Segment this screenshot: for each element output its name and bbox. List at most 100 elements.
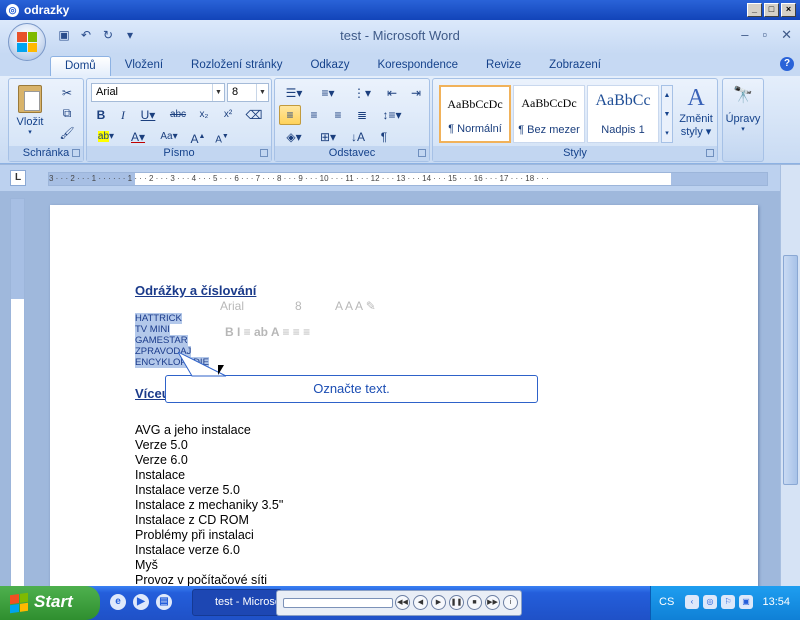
forward-icon[interactable]: ▶▶	[485, 595, 500, 610]
copy-icon[interactable]: ⧉	[57, 103, 77, 123]
list-item: Provoz v počítačové síti	[135, 573, 268, 586]
superscript-button[interactable]: x²	[217, 105, 239, 125]
tab-home[interactable]: Domů	[50, 56, 111, 76]
play-icon[interactable]: ▶	[431, 595, 446, 610]
dialog-launcher-icon[interactable]	[418, 149, 426, 157]
windows-flag-icon	[10, 592, 28, 614]
list-item: GAMESTAR	[135, 335, 188, 346]
align-left-button[interactable]: ≡	[279, 105, 301, 125]
group-paragraph: ☰▾ ≡▾ ⋮▾ ⇤ ⇥ ≡ ≡ ≡ ≣ ↕≡▾ ◈▾ ⊞▾ ↓A ¶ Odst…	[274, 78, 430, 162]
tray-app-icon[interactable]: ◎	[703, 595, 717, 609]
cut-icon[interactable]: ✂	[57, 83, 77, 103]
tray-security-icon[interactable]: ⚐	[721, 595, 735, 609]
mini-toolbar[interactable]: Arial 8 A A A ✎ B I ≡ ab A ≡ ≡ ≡	[220, 297, 430, 347]
tray-network-icon[interactable]: ▣	[739, 595, 753, 609]
start-button[interactable]: Start	[0, 586, 100, 620]
maximize-button[interactable]: □	[764, 3, 779, 17]
tab-references[interactable]: Odkazy	[296, 56, 363, 76]
paste-button[interactable]: Vložit ▾	[15, 83, 45, 141]
media-player-bar[interactable]: ◀◀ ◀ ▶ ❚❚ ■ ▶▶ i	[276, 590, 522, 616]
word-close-button[interactable]: ✕	[781, 27, 792, 43]
prev-icon[interactable]: ◀◀	[395, 595, 410, 610]
vertical-scrollbar[interactable]	[780, 165, 800, 586]
dialog-launcher-icon[interactable]	[260, 149, 268, 157]
font-size-combo[interactable]: 8 ▼	[227, 83, 269, 102]
close-button[interactable]: ×	[781, 3, 796, 17]
line-spacing-button[interactable]: ↕≡▾	[377, 105, 407, 125]
italic-button[interactable]: I	[113, 105, 133, 125]
justify-button[interactable]: ≣	[351, 105, 373, 125]
group-styles: AaBbCcDc ¶ Normální AaBbCcDc ¶ Bez mezer A…	[432, 78, 718, 162]
mouse-cursor-icon	[218, 365, 224, 375]
horizontal-ruler[interactable]: 3 · · · 2 · · · 1 · · · · · · 1 · · · 2 …	[48, 172, 768, 186]
align-center-button[interactable]: ≡	[303, 105, 325, 125]
office-button[interactable]	[8, 23, 46, 61]
heading-bullets: Odrážky a číslování	[135, 283, 257, 298]
group-label-paragraph: Odstavec	[275, 146, 429, 161]
tab-page-layout[interactable]: Rozložení stránky	[177, 56, 296, 76]
font-color-button[interactable]: A▾	[125, 127, 151, 147]
increase-indent-icon[interactable]: ⇥	[405, 83, 427, 103]
styles-gallery-scroll[interactable]: ▲ ▼ ▾	[661, 85, 673, 143]
list-item: Problémy při instalaci	[135, 528, 254, 542]
media-player-icon[interactable]: ▶	[133, 594, 149, 610]
shading-button[interactable]: ◈▾	[279, 127, 309, 147]
underline-button[interactable]: U▾	[135, 105, 161, 125]
list-item: Instalace z mechaniky 3.5"	[135, 498, 284, 512]
shrink-font-button[interactable]: A▼	[211, 127, 233, 147]
seek-slider[interactable]	[283, 598, 393, 608]
sort-icon[interactable]: ↓A	[347, 127, 369, 147]
tab-view[interactable]: Zobrazení	[535, 56, 615, 76]
highlight-button[interactable]: ab▾	[91, 127, 121, 147]
ie-icon[interactable]: e	[110, 594, 126, 610]
tab-selector[interactable]: L	[10, 170, 26, 186]
change-styles-button[interactable]: A Změnit styly ▾	[675, 83, 717, 138]
document-title: test - Microsoft Word	[340, 28, 460, 43]
show-desktop-icon[interactable]: ▤	[156, 594, 172, 610]
stop-icon[interactable]: ■	[467, 595, 482, 610]
tab-insert[interactable]: Vložení	[111, 56, 177, 76]
binoculars-icon: 🔭	[733, 87, 753, 104]
clipboard-icon	[18, 85, 42, 113]
numbering-button[interactable]: ≡▾	[313, 83, 343, 103]
clear-formatting-icon[interactable]: ⌫	[243, 105, 265, 125]
format-painter-icon[interactable]: 🖌	[57, 123, 77, 143]
group-editing[interactable]: 🔭 Úpravy ▾	[722, 78, 764, 162]
group-label-styles: Styly	[433, 146, 717, 161]
show-formatting-icon[interactable]: ¶	[373, 127, 395, 147]
decrease-indent-icon[interactable]: ⇤	[381, 83, 403, 103]
style-no-spacing[interactable]: AaBbCcDc ¶ Bez mezer	[513, 85, 585, 143]
word-restore-button[interactable]: ▫	[762, 27, 767, 43]
rewind-icon[interactable]: ◀	[413, 595, 428, 610]
bullets-button[interactable]: ☰▾	[279, 83, 309, 103]
word-minimize-button[interactable]: –	[741, 27, 748, 43]
minimize-button[interactable]: _	[747, 3, 762, 17]
borders-button[interactable]: ⊞▾	[313, 127, 343, 147]
dialog-launcher-icon[interactable]	[72, 149, 80, 157]
list-item: Instalace z CD ROM	[135, 513, 249, 527]
ribbon: Vložit ▾ ✂ ⧉ 🖌 Schránka Arial ▼ 8 ▼ B I U▾…	[0, 76, 800, 164]
grow-font-button[interactable]: A▲	[187, 127, 209, 147]
font-name-combo[interactable]: Arial ▼	[91, 83, 225, 102]
list-item: Instalace verze 6.0	[135, 543, 240, 557]
help-icon[interactable]: ?	[780, 57, 794, 71]
tray-expand-icon[interactable]: ‹	[685, 595, 699, 609]
align-right-button[interactable]: ≡	[327, 105, 349, 125]
vertical-ruler[interactable]	[10, 198, 25, 588]
strikethrough-button[interactable]: abc	[165, 105, 191, 125]
tab-mailings[interactable]: Korespondence	[363, 56, 472, 76]
tab-review[interactable]: Revize	[472, 56, 535, 76]
info-icon[interactable]: i	[503, 595, 518, 610]
pause-icon[interactable]: ❚❚	[449, 595, 464, 610]
dialog-launcher-icon[interactable]	[706, 149, 714, 157]
subscript-button[interactable]: x₂	[193, 105, 215, 125]
scroll-thumb[interactable]	[783, 255, 798, 485]
list-item: Myš	[135, 558, 158, 572]
taskbar-word-button[interactable]: test - Microsoft Word	[192, 589, 282, 616]
bold-button[interactable]: B	[91, 105, 111, 125]
style-normal[interactable]: AaBbCcDc ¶ Normální	[439, 85, 511, 143]
multilevel-list-button[interactable]: ⋮▾	[347, 83, 377, 103]
language-indicator[interactable]: CS	[659, 596, 674, 608]
style-heading-1[interactable]: AaBbCc Nadpis 1	[587, 85, 659, 143]
change-case-button[interactable]: Aa▾	[155, 127, 183, 147]
